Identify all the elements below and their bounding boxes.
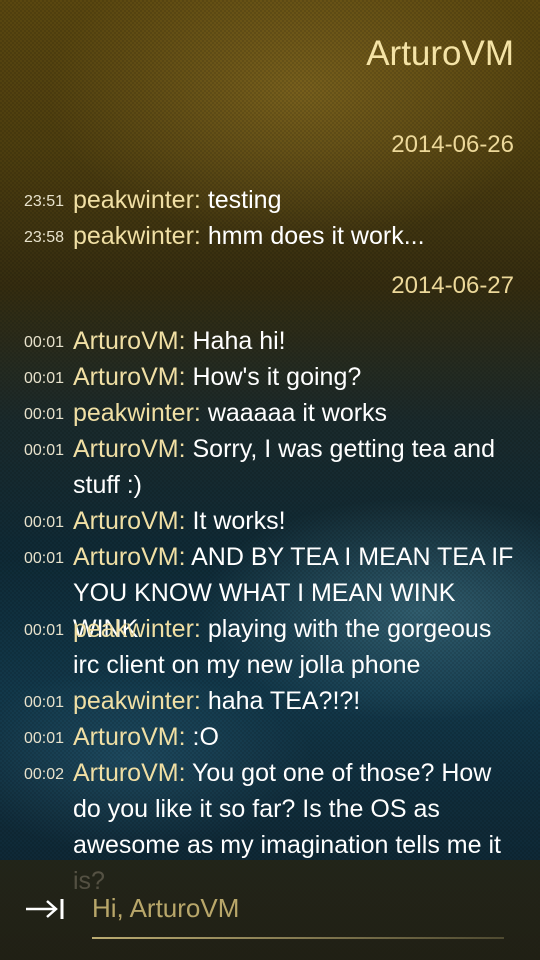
message-row: 00:01 peakwinter: waaaaa it works	[24, 395, 518, 433]
message-body: ArturoVM: It works!	[73, 507, 286, 535]
message-time: 00:01	[24, 406, 65, 423]
message-time: 00:01	[24, 730, 65, 747]
message-body: peakwinter: haha TEA?!?!	[73, 687, 361, 715]
message-row: 23:58 peakwinter: hmm does it work...	[24, 218, 518, 256]
message-row: 00:01 peakwinter: haha TEA?!?!	[24, 683, 518, 721]
message-nick[interactable]: peakwinter	[73, 687, 194, 715]
input-underline	[92, 937, 504, 939]
message-body: ArturoVM: How's it going?	[73, 363, 362, 391]
page-title: ArturoVM	[366, 34, 514, 73]
message-text: waaaaa it works	[207, 399, 388, 427]
message-body: peakwinter: waaaaa it works	[73, 399, 388, 427]
message-nick[interactable]: peakwinter	[73, 222, 194, 250]
message-time: 00:02	[24, 766, 65, 783]
message-time: 23:51	[24, 193, 65, 210]
message-nick[interactable]: ArturoVM	[73, 723, 179, 751]
date-separator: 2014-06-26	[391, 131, 514, 158]
message-body: ArturoVM: Haha hi!	[73, 327, 286, 355]
message-body: peakwinter: testing	[73, 186, 282, 214]
message-row: 23:51 peakwinter: testing	[24, 182, 518, 220]
message-body: peakwinter: playing with the gorgeous ir…	[73, 615, 492, 679]
message-time: 00:01	[24, 550, 65, 567]
message-row: 00:01 peakwinter: playing with the gorge…	[24, 611, 518, 683]
message-nick[interactable]: ArturoVM	[73, 327, 179, 355]
message-time: 00:01	[24, 442, 65, 459]
send-arrow-icon[interactable]	[24, 897, 68, 921]
message-nick[interactable]: ArturoVM	[73, 435, 179, 463]
message-row: 00:01 ArturoVM: :O	[24, 719, 518, 757]
message-text: :O	[192, 723, 219, 751]
message-nick[interactable]: ArturoVM	[73, 507, 179, 535]
message-body: peakwinter: hmm does it work...	[73, 222, 425, 250]
message-nick[interactable]: peakwinter	[73, 399, 194, 427]
message-text: Haha hi!	[192, 327, 286, 355]
message-text: hmm does it work...	[207, 222, 425, 250]
message-text: It works!	[192, 507, 286, 535]
message-nick[interactable]: ArturoVM	[73, 363, 179, 391]
message-time: 00:01	[24, 334, 65, 351]
message-row: 00:01 ArturoVM: Sorry, I was getting tea…	[24, 431, 518, 503]
message-nick[interactable]: peakwinter	[73, 615, 194, 643]
message-composer	[0, 860, 540, 960]
message-text: testing	[207, 186, 282, 214]
message-nick[interactable]: ArturoVM	[73, 543, 179, 571]
message-nick[interactable]: ArturoVM	[73, 759, 179, 787]
message-time: 00:01	[24, 622, 65, 639]
message-time: 00:01	[24, 370, 65, 387]
date-separator: 2014-06-27	[391, 272, 514, 299]
message-row: 00:01 ArturoVM: It works!	[24, 503, 518, 541]
message-text: How's it going?	[192, 363, 362, 391]
message-input[interactable]	[92, 888, 504, 928]
message-time: 00:01	[24, 694, 65, 711]
message-body: ArturoVM: Sorry, I was getting tea and s…	[73, 435, 495, 499]
message-nick[interactable]: peakwinter	[73, 186, 194, 214]
message-time: 23:58	[24, 229, 65, 246]
message-body: ArturoVM: :O	[73, 723, 219, 751]
message-time: 00:01	[24, 514, 65, 531]
message-row: 00:01 ArturoVM: Haha hi!	[24, 323, 518, 361]
chat-screen: ArturoVM 2014-06-26 23:51 peakwinter: te…	[0, 0, 540, 960]
message-row: 00:01 ArturoVM: How's it going?	[24, 359, 518, 397]
message-text: haha TEA?!?!	[207, 687, 361, 715]
